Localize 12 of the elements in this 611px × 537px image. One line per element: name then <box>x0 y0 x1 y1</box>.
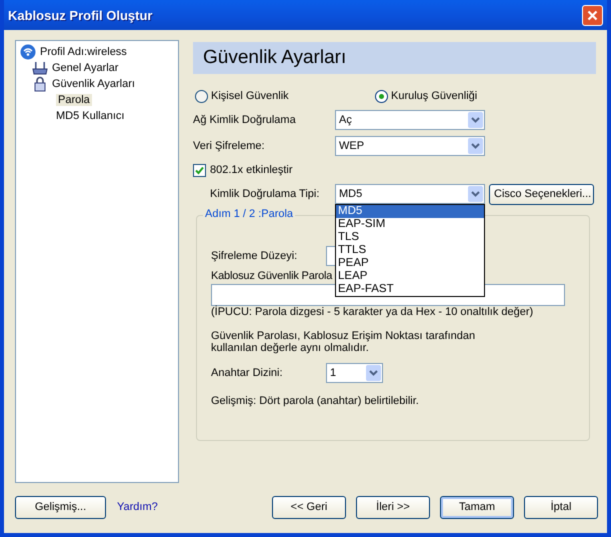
window-title: Kablosuz Profil Oluştur <box>8 8 152 22</box>
field-label: Kablosuz Güvenlik Parola <box>211 270 332 282</box>
field-label: Kimlik Doğrulama Tipi: <box>209 188 320 200</box>
advanced-note: Gelişmiş: Dört parola (anahtar) belirtilebilir. <box>211 395 420 407</box>
hint-text: (İPUCU: Parola dizgesi - 5 karakter ya da Hex - 10 onaltılık değer) <box>211 306 534 318</box>
note-text: Güvenlik Parolası, Kablosuz Erişim Noktası tarafından kullanılan değerle aynı olmalıdır. <box>211 330 476 354</box>
group-title: Adım 1 / 2 :Parola <box>203 208 296 220</box>
field-label: Ağ Kimlik Doğrulama <box>193 114 297 126</box>
field-label: Veri Şifreleme: <box>193 140 266 152</box>
field-label: Şifreleme Düzeyi: <box>211 250 298 262</box>
field-label: Anahtar Dizini: <box>211 367 284 379</box>
section-title: Güvenlik Ayarları <box>203 47 346 69</box>
